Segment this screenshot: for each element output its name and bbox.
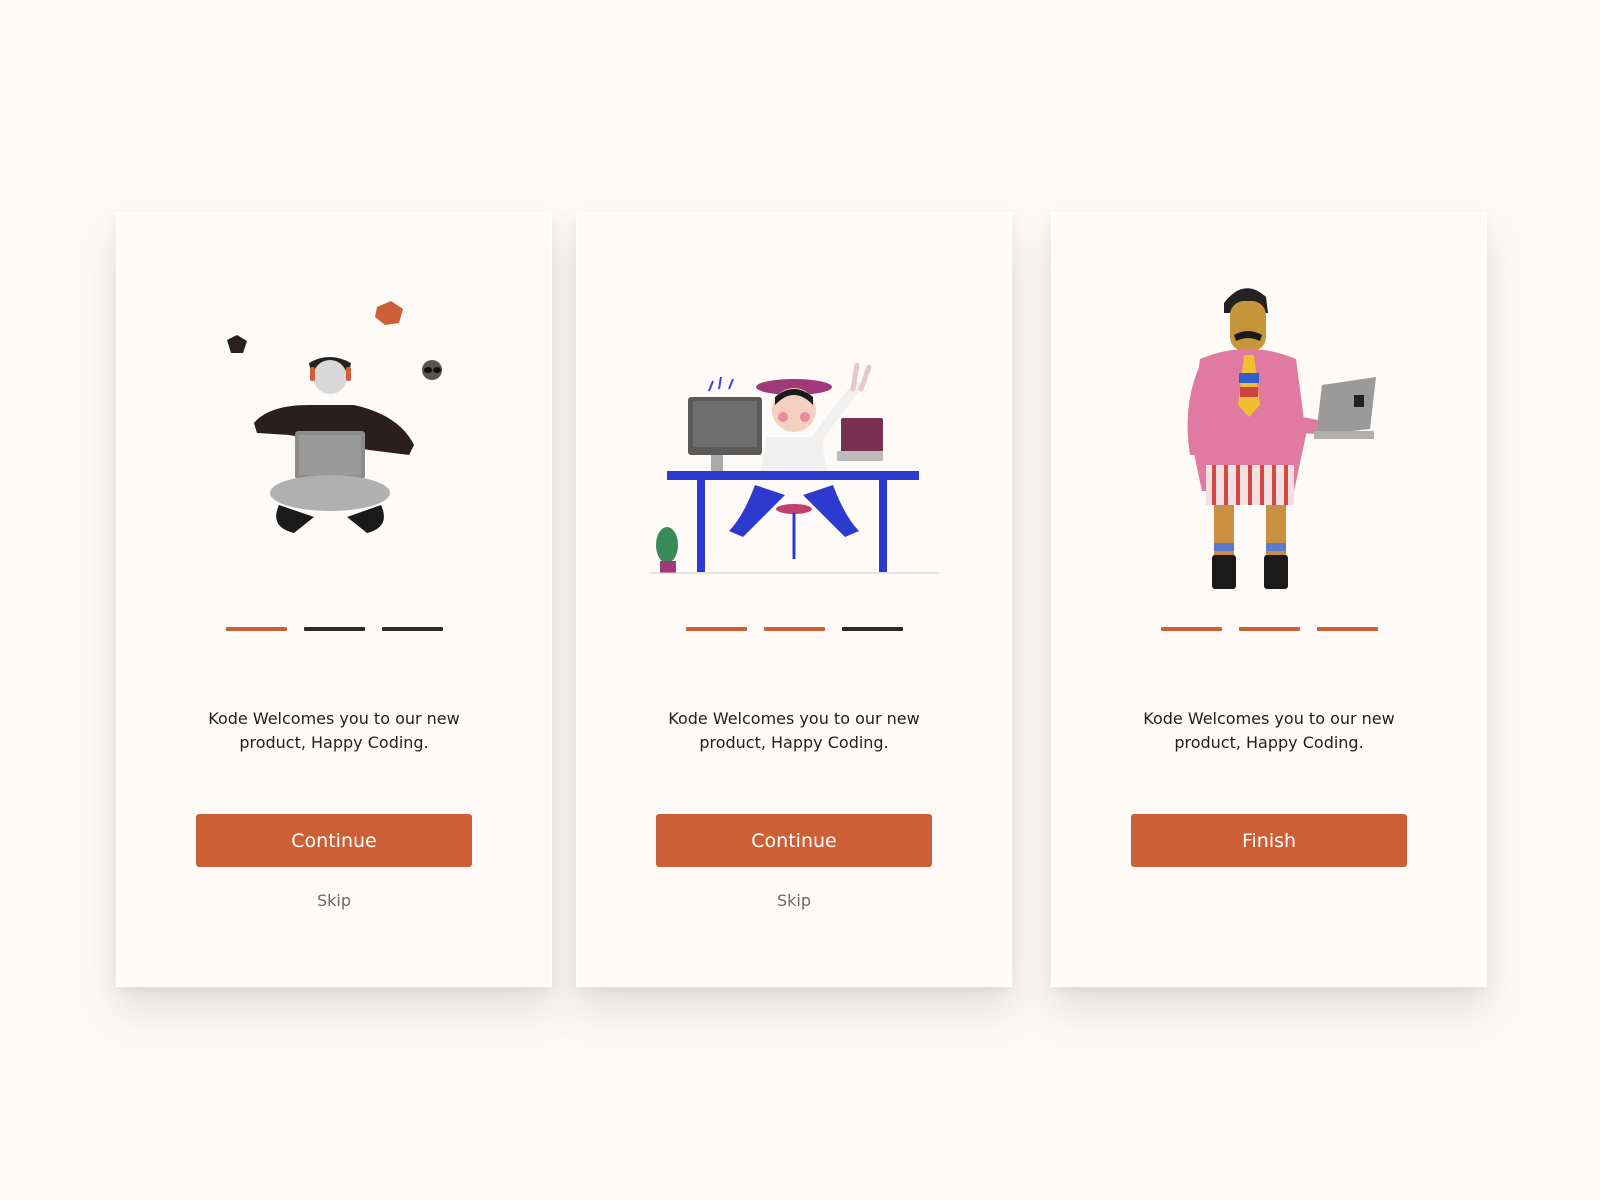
progress-indicator (119, 627, 549, 631)
progress-segment-2 (763, 627, 825, 631)
progress-segment-1 (1160, 627, 1222, 631)
progress-indicator (1054, 627, 1484, 631)
progress-segment-1 (685, 627, 747, 631)
skip-link[interactable]: Skip (119, 891, 549, 910)
progress-segment-3 (841, 627, 903, 631)
finish-button[interactable]: Finish (1131, 814, 1407, 867)
continue-button[interactable]: Continue (196, 814, 472, 867)
welcome-message: Kode Welcomes you to our new product, Ha… (1143, 709, 1395, 752)
illustration-person-at-desk (579, 255, 1009, 595)
illustration-person-with-laptop (119, 255, 549, 595)
welcome-message: Kode Welcomes you to our new product, Ha… (208, 709, 460, 752)
progress-indicator (579, 627, 1009, 631)
progress-segment-3 (1316, 627, 1378, 631)
progress-segment-1 (225, 627, 287, 631)
skip-link[interactable]: Skip (579, 891, 1009, 910)
onboarding-card-1: Kode Welcomes you to our new product, Ha… (116, 212, 552, 987)
progress-segment-3 (381, 627, 443, 631)
illustration-man-with-laptop (1054, 255, 1484, 595)
onboarding-card-2: Kode Welcomes you to our new product, Ha… (576, 212, 1012, 987)
welcome-message: Kode Welcomes you to our new product, Ha… (668, 709, 920, 752)
continue-button[interactable]: Continue (656, 814, 932, 867)
progress-segment-2 (303, 627, 365, 631)
onboarding-card-3: Kode Welcomes you to our new product, Ha… (1051, 212, 1487, 987)
onboarding-stage: Kode Welcomes you to our new product, Ha… (0, 0, 1600, 1200)
progress-segment-2 (1238, 627, 1300, 631)
